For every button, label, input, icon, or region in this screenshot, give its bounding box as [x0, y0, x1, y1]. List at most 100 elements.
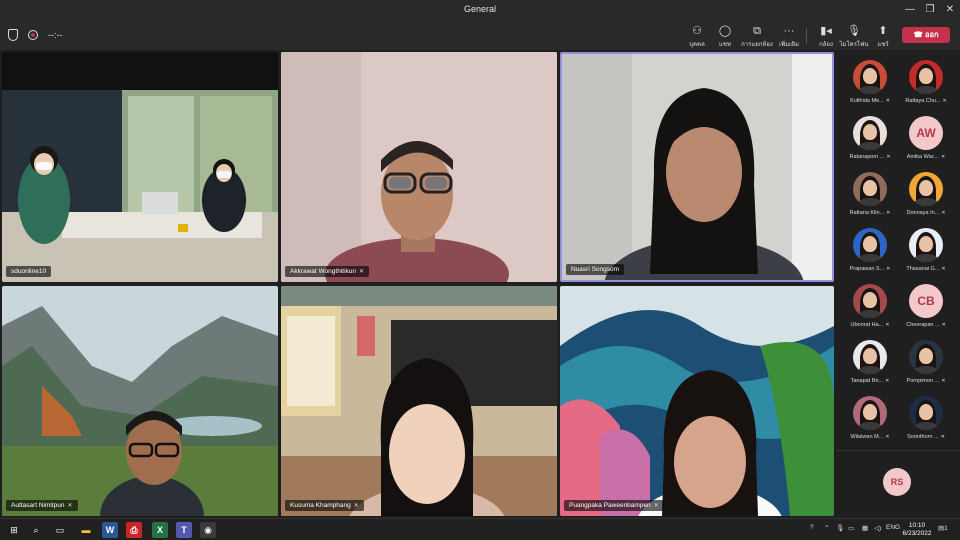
participant-item[interactable]: Wilaiwan M... ✕	[843, 394, 897, 444]
participant-item[interactable]: Rattaya Chu... ✕	[899, 58, 953, 108]
mic-muted-icon: ✕	[67, 503, 73, 509]
word-icon[interactable]: W	[102, 522, 118, 538]
avatar	[853, 116, 887, 150]
participant-name-row: Tanapat Bri... ✕	[843, 378, 897, 384]
avatar	[853, 228, 887, 262]
avatar	[853, 172, 887, 206]
video-feed-2	[281, 52, 557, 282]
participant-name-row: Pornpimon ... ✕	[899, 378, 953, 384]
participant-item[interactable]: Rattana Klin... ✕	[843, 170, 897, 220]
recording-icon	[28, 30, 38, 40]
participants-panel: Kulthida Me... ✕ Rattaya Chu... ✕ Ratanaporn…	[836, 50, 960, 518]
share-icon: ⬆	[878, 25, 888, 37]
avatar	[853, 284, 887, 318]
mic-tray-icon[interactable]: 🎙︎	[836, 524, 844, 532]
participant-name-row: Soonthorn ... ✕	[899, 434, 953, 440]
participant-name-row: Ubonrat Ha... ✕	[843, 322, 897, 328]
video-feed-4	[2, 286, 278, 516]
video-tile-1[interactable]: sduonline10	[2, 52, 278, 282]
participant-item[interactable]: Tanapat Bri... ✕	[843, 338, 897, 388]
participant-item[interactable]: Prapawan S... ✕	[843, 226, 897, 276]
participant-avatar-rs[interactable]: RS	[883, 468, 911, 496]
video-tile-6[interactable]: Puangpaka Paweenbampen ✕	[560, 286, 834, 516]
chat-label: แชท	[719, 42, 731, 48]
mic-muted-icon: ✕	[941, 322, 946, 328]
phone-icon: ☎	[913, 30, 925, 39]
windows-taskbar: ⊞ ⌕ ▭ ▬ W ⎙ X T ◉ ? ⌃ 🎙︎ ▭ ▦ ◁) ENG 10:1…	[0, 518, 960, 540]
avatar-initials: AW	[909, 116, 943, 150]
close-button[interactable]: ✕	[940, 2, 960, 18]
avatar	[909, 172, 943, 206]
mic-muted-icon: ✕	[941, 154, 946, 160]
chevron-up-icon[interactable]: ⌃	[824, 524, 829, 532]
panel-divider	[836, 450, 960, 451]
leave-label: ออก	[924, 30, 939, 39]
mic-muted-icon: ✕	[885, 98, 890, 104]
system-clock[interactable]: 10:10 6/23/2022	[902, 522, 932, 538]
share-button[interactable]: ⬆ แชร์	[861, 25, 905, 49]
mic-muted-icon: ✕	[353, 503, 359, 509]
participant-name: Donnaya In...	[906, 210, 940, 216]
windows-start-icon[interactable]: ⊞	[6, 522, 22, 538]
participant-name-row: Donnaya In... ✕	[899, 210, 953, 216]
participant-name-row: Rattana Klin... ✕	[843, 210, 897, 216]
participant-name: Amika Wac...	[906, 154, 939, 160]
mic-muted-icon: ✕	[942, 98, 947, 104]
participant-name-2: Akkrawat Wongthitikun	[290, 268, 356, 275]
minimize-button[interactable]: —	[900, 2, 920, 18]
participant-item[interactable]: Soonthorn ... ✕	[899, 394, 953, 444]
language-indicator[interactable]: ENG	[886, 524, 900, 531]
participant-name: Thasanai G...	[906, 266, 940, 272]
avatar	[909, 60, 943, 94]
avatar	[853, 396, 887, 430]
notification-icon[interactable]: ▤1	[938, 524, 948, 532]
restore-button[interactable]: ❐	[920, 2, 940, 18]
video-tile-2[interactable]: Akkrawat Wongthitikun ✕	[281, 52, 557, 282]
participant-name: Ratanaporn ...	[849, 154, 885, 160]
participant-name-3: Nuasri Songsom	[571, 266, 620, 273]
participant-name-row: Ratanaporn ... ✕	[843, 154, 897, 160]
participant-name: Wilaiwan M...	[850, 434, 884, 440]
network-icon[interactable]: ▦	[862, 524, 868, 532]
participant-item[interactable]: Thasanai G... ✕	[899, 226, 953, 276]
video-tile-3[interactable]: Nuasri Songsom	[560, 52, 834, 282]
search-icon[interactable]: ⌕	[28, 522, 44, 538]
leave-button[interactable]: ☎ ออก	[902, 27, 950, 43]
volume-icon[interactable]: ◁)	[874, 524, 881, 532]
avatar-initials: CB	[909, 284, 943, 318]
more-label: เพิ่มเติม	[779, 42, 799, 48]
avatar	[909, 340, 943, 374]
excel-icon[interactable]: X	[152, 522, 168, 538]
camera-tray-icon[interactable]: ▭	[848, 524, 854, 532]
participant-item[interactable]: Pornpimon ... ✕	[899, 338, 953, 388]
file-explorer-icon[interactable]: ▬	[78, 522, 94, 538]
participant-item[interactable]: Kulthida Me... ✕	[843, 58, 897, 108]
chrome-icon[interactable]: ◉	[200, 522, 216, 538]
clock-date: 6/23/2022	[902, 530, 932, 537]
participant-item[interactable]: Ratanaporn ... ✕	[843, 114, 897, 164]
video-tile-5[interactable]: Kusuma Khamphang ✕	[281, 286, 557, 516]
pdf-icon[interactable]: ⎙	[126, 522, 142, 538]
shield-icon[interactable]	[8, 29, 18, 41]
video-stage: sduonline10 Akkrawat Wongthitikun ✕ Nuas…	[0, 50, 836, 518]
avatar	[853, 60, 887, 94]
mic-muted-icon: ✕	[886, 154, 891, 160]
clock-time: 10:10	[908, 522, 926, 529]
participant-name: Cheerapan ...	[906, 322, 940, 328]
help-icon[interactable]: ?	[810, 524, 814, 531]
participant-name: Soonthorn ...	[907, 434, 939, 440]
participant-name: Rattana Klin...	[849, 210, 885, 216]
teams-icon[interactable]: T	[176, 522, 192, 538]
video-tile-4[interactable]: Auttasart Nimitpun ✕	[2, 286, 278, 516]
participant-item[interactable]: AW Amika Wac... ✕	[899, 114, 953, 164]
participant-name-4: Auttasart Nimitpun	[11, 502, 65, 509]
mic-muted-icon: ✕	[886, 210, 891, 216]
participant-item[interactable]: CB Cheerapan ... ✕	[899, 282, 953, 332]
notification-count: 1	[944, 525, 948, 532]
participant-item[interactable]: Ubonrat Ha... ✕	[843, 282, 897, 332]
task-view-icon[interactable]: ▭	[52, 522, 68, 538]
window-title: General	[463, 4, 497, 14]
avatar	[909, 396, 943, 430]
participant-name: Pornpimon ...	[906, 378, 940, 384]
participant-item[interactable]: Donnaya In... ✕	[899, 170, 953, 220]
